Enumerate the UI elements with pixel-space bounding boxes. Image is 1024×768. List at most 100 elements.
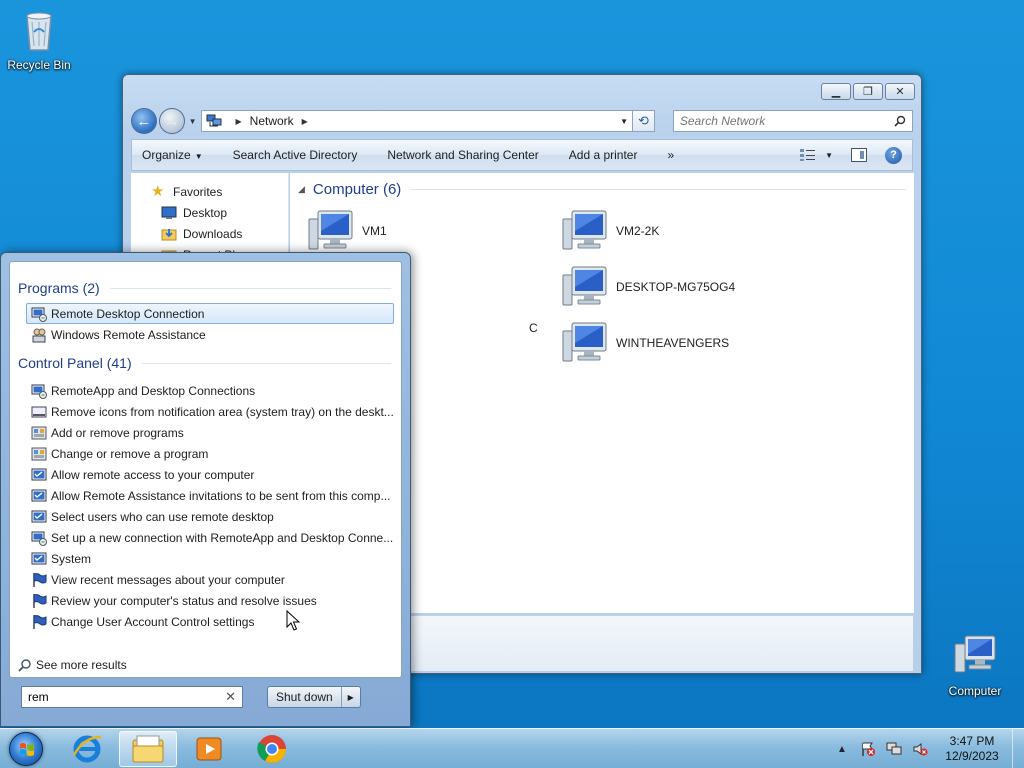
search-result-item[interactable]: Select users who can use remote desktop [26, 506, 394, 527]
star-icon: ★ [151, 182, 165, 200]
close-icon: ✕ [895, 86, 905, 98]
desktop-folder-icon [161, 206, 177, 219]
restore-button[interactable]: ❐ [853, 83, 883, 100]
search-result-item[interactable]: RemoteApp and Desktop Connections [26, 380, 394, 401]
chevron-down-icon: ▼ [194, 152, 203, 161]
computer-name: VM2-2K [616, 224, 660, 238]
computer-name: C [529, 321, 538, 335]
collapse-triangle-icon[interactable]: ◢ [298, 184, 305, 195]
clear-search-icon[interactable]: ✕ [225, 689, 236, 705]
forward-button[interactable]: → [158, 108, 185, 134]
media-player-icon [196, 737, 222, 761]
search-icon [894, 115, 906, 127]
breadcrumb-separator-icon[interactable]: ▶ [302, 117, 308, 126]
nav-favorites[interactable]: ★ Favorites [131, 181, 288, 202]
network-sharing-center-button[interactable]: Network and Sharing Center [387, 148, 538, 162]
network-computer-item-partial[interactable]: C [529, 321, 538, 335]
remoteapp-icon [31, 531, 47, 546]
breadcrumb-separator-icon[interactable]: ▶ [236, 117, 242, 126]
search-result-item[interactable]: Windows Remote Assistance [26, 324, 394, 345]
programs-header[interactable]: Programs (2) [10, 276, 401, 300]
network-computer-item[interactable]: VM2-2K [562, 209, 659, 253]
control-panel-header[interactable]: Control Panel (41) [10, 351, 401, 375]
search-result-item[interactable]: Change User Account Control settings [26, 611, 394, 632]
search-result-item[interactable]: Change or remove a program [26, 443, 394, 464]
search-result-item[interactable]: Remove icons from notification area (sys… [26, 401, 394, 422]
start-search-box[interactable]: ✕ [21, 686, 243, 708]
nav-desktop[interactable]: Desktop [131, 202, 288, 223]
desktop-icon-recycle-bin[interactable]: Recycle Bin [0, 6, 78, 72]
taskbar-internet-explorer[interactable] [58, 731, 116, 767]
search-results-pane: Programs (2) Remote Desktop Connection Wi… [9, 261, 402, 678]
taskbar: ▲ 3:47 PM 12/9/2023 [0, 728, 1024, 768]
start-menu: Programs (2) Remote Desktop Connection Wi… [0, 252, 411, 727]
notification-area-icon [31, 406, 47, 417]
action-center-flag-icon [33, 572, 47, 587]
search-result-item[interactable]: Allow remote access to your computer [26, 464, 394, 485]
system-clock[interactable]: 3:47 PM 12/9/2023 [938, 734, 1006, 764]
chrome-icon [257, 735, 286, 763]
taskbar-chrome[interactable] [243, 731, 301, 767]
search-result-label: Allow remote access to your computer [51, 467, 255, 482]
see-more-results-link[interactable]: See more results [18, 658, 127, 672]
minimize-button[interactable]: ▁ [821, 83, 851, 100]
show-desktop-button[interactable] [1012, 729, 1024, 768]
network-status-icon[interactable] [886, 741, 902, 757]
recent-pages-dropdown[interactable]: ▼ [187, 117, 199, 126]
refresh-button[interactable]: ⟲ [633, 110, 655, 132]
breadcrumb-network[interactable]: Network [250, 114, 294, 128]
search-network-input[interactable] [679, 114, 894, 128]
search-result-label: Add or remove programs [51, 425, 184, 440]
search-active-directory-button[interactable]: Search Active Directory [233, 148, 358, 162]
more-commands-button[interactable]: » [667, 148, 674, 162]
downloads-folder-icon [161, 228, 177, 240]
action-center-icon[interactable] [860, 741, 876, 757]
desktop-icon-label: Computer [948, 684, 1002, 698]
computer-icon [954, 635, 996, 673]
search-result-item[interactable]: System [26, 548, 394, 569]
search-result-label: Allow Remote Assistance invitations to b… [51, 488, 391, 503]
add-printer-button[interactable]: Add a printer [569, 148, 638, 162]
search-result-label: Remote Desktop Connection [51, 306, 205, 321]
start-button[interactable] [6, 731, 46, 767]
help-button[interactable]: ? [885, 146, 902, 164]
volume-muted-icon[interactable] [912, 741, 928, 757]
nav-label: Downloads [183, 226, 243, 241]
search-icon [18, 659, 31, 672]
remote-assistance-icon [32, 328, 46, 342]
search-network-box[interactable] [672, 110, 913, 132]
chevron-right-icon: ▶ [347, 692, 354, 702]
organize-button[interactable]: Organize ▼ [142, 148, 203, 162]
start-search-input[interactable] [28, 690, 226, 704]
nav-downloads[interactable]: Downloads [131, 223, 288, 244]
group-header-computer[interactable]: ◢ Computer (6) [298, 181, 906, 198]
taskbar-media-player[interactable] [180, 731, 238, 767]
window-controls: ▁ ❐ ✕ [821, 83, 915, 100]
search-result-item[interactable]: Remote Desktop Connection [26, 303, 394, 324]
address-dropdown-icon[interactable]: ▼ [620, 117, 628, 126]
search-result-item[interactable]: Review your computer's status and resolv… [26, 590, 394, 611]
mouse-cursor-icon [286, 610, 300, 631]
search-result-item[interactable]: Add or remove programs [26, 422, 394, 443]
network-computer-item[interactable]: DESKTOP-MG75OG4 [562, 265, 735, 309]
show-hidden-icons-button[interactable]: ▲ [834, 741, 850, 757]
restore-icon: ❐ [863, 86, 873, 98]
notification-area: ▲ 3:47 PM 12/9/2023 [834, 729, 1024, 768]
network-computer-item[interactable]: VM1 [308, 209, 387, 253]
search-result-label: Review your computer's status and resolv… [51, 593, 317, 608]
search-result-item[interactable]: View recent messages about your computer [26, 569, 394, 590]
network-computer-item[interactable]: WINTHEAVENGERS [562, 321, 729, 365]
address-bar[interactable]: ▶ Network ▶ ▼ [200, 110, 634, 132]
shutdown-button-group: Shut down ▶ [267, 686, 361, 708]
change-view-button[interactable]: ▼ [799, 148, 833, 162]
shutdown-button[interactable]: Shut down [268, 687, 342, 707]
preview-pane-button[interactable] [851, 148, 867, 162]
close-button[interactable]: ✕ [885, 83, 915, 100]
taskbar-windows-explorer[interactable] [119, 731, 177, 767]
search-result-item[interactable]: Allow Remote Assistance invitations to b… [26, 485, 394, 506]
search-result-label: RemoteApp and Desktop Connections [51, 383, 256, 398]
back-button[interactable]: ← [131, 108, 157, 134]
search-result-item[interactable]: Set up a new connection with RemoteApp a… [26, 527, 394, 548]
desktop-icon-computer[interactable]: Computer [936, 632, 1014, 698]
shutdown-options-button[interactable]: ▶ [342, 687, 360, 707]
